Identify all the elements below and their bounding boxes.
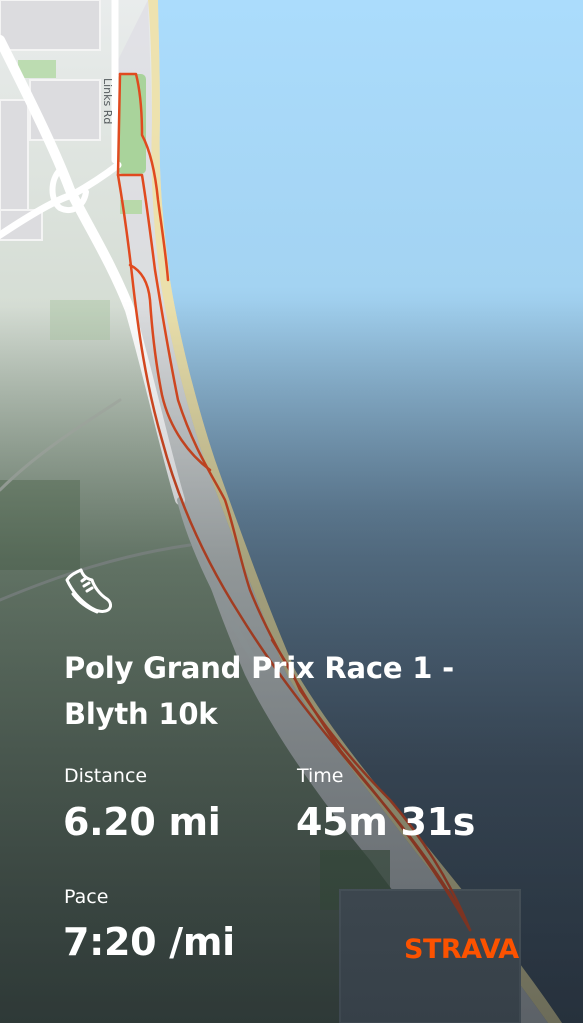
shoe-icon	[65, 568, 112, 614]
park-area	[50, 300, 110, 340]
activity-title: Poly Grand Prix Race 1 - Blyth 10k	[64, 651, 454, 731]
time-label: Time	[297, 765, 344, 787]
time-value: 45m 31s	[296, 800, 476, 844]
park-area	[18, 60, 56, 78]
distance-label: Distance	[64, 765, 148, 787]
strava-logo: STRAVA	[404, 934, 519, 965]
activity-share-card: Links Rd Poly Grand Prix Race 1 - Blyth …	[0, 0, 583, 1023]
route-map: Links Rd	[0, 0, 583, 1023]
pace-label: Pace	[64, 886, 109, 908]
pace-value: 7:20 /mi	[63, 920, 235, 964]
park-area	[0, 480, 80, 570]
distance-value: 6.20 mi	[63, 800, 221, 844]
street-label: Links Rd	[101, 78, 114, 124]
